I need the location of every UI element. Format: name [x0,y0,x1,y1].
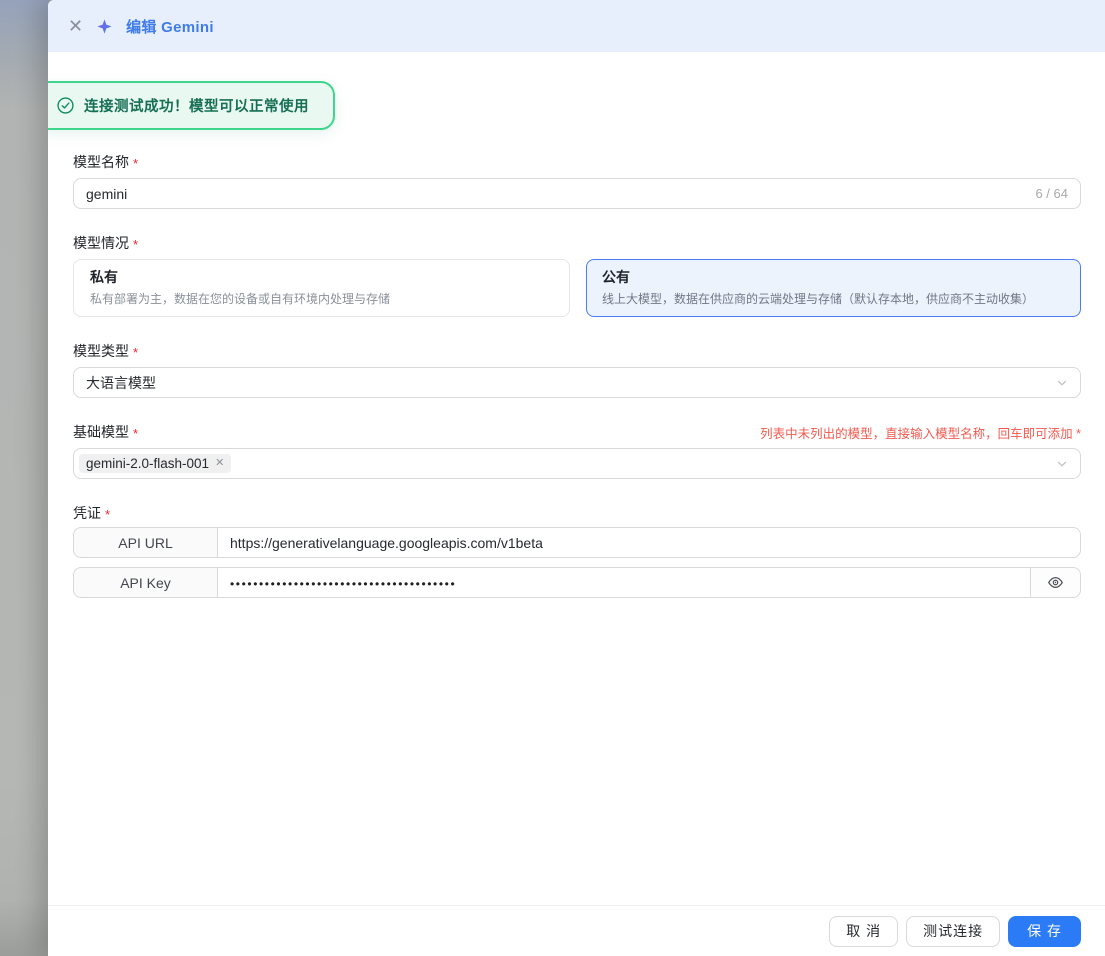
char-counter: 6 / 64 [1035,186,1068,201]
api-url-input[interactable]: https://generativelanguage.googleapis.co… [217,527,1081,558]
required-mark: * [133,155,139,171]
edit-model-drawer: ✕ 编辑 Gemini 连接测试成功！模型可以正常使用 模型名称 * gemin… [48,0,1105,956]
base-model-select[interactable]: gemini-2.0-flash-001 ✕ [73,448,1081,479]
cancel-button[interactable]: 取 消 [829,915,899,947]
chevron-down-icon [1056,377,1068,389]
password-toggle-button[interactable] [1030,567,1081,598]
credentials-label: 凭证 * [73,505,111,522]
sparkle-icon [96,18,113,35]
form-item-base-model: 基础模型 * 列表中未列出的模型，直接输入模型名称，回车即可添加 * gemini… [73,422,1081,479]
drawer-body: 连接测试成功！模型可以正常使用 模型名称* 6 / 64 模型情况* [48,52,1105,905]
required-mark: * [133,344,139,360]
drawer-footer: 取 消 测试连接 保 存 [48,905,1105,956]
scope-card-description: 私有部署为主，数据在您的设备或自有环境内处理与存储 [90,292,391,306]
base-model-tag: gemini-2.0-flash-001 ✕ [79,454,232,473]
model-scope-label: 模型情况 * [73,235,139,252]
form-item-credentials: 凭证 * API URL https://generativelanguage.g… [73,503,1081,598]
scope-card-private[interactable]: 私有 私有部署为主，数据在您的设备或自有环境内处理与存储 [73,259,570,317]
close-icon[interactable]: ✕ [68,17,83,35]
api-url-row: API URL https://generativelanguage.googl… [73,527,1081,558]
model-name-field: 6 / 64 [73,178,1081,209]
api-key-addon-label: API Key [73,567,217,598]
scope-card-title: 公有 [602,268,630,285]
required-mark: * [133,236,139,252]
drawer-header: ✕ 编辑 Gemini [48,0,1105,52]
scope-card-description: 线上大模型，数据在供应商的云端处理与存储（默认存本地，供应商不主动收集） [602,291,1035,306]
api-url-addon-label: API URL [73,527,217,558]
form-item-model-type: 模型类型 * 大语言模型 [73,341,1081,398]
model-type-select[interactable]: 大语言模型 [73,367,1081,398]
chevron-down-icon [1056,458,1068,470]
api-key-masked-value: ••••••••••••••••••••••••••••••••••••••• [230,576,457,591]
scope-card-title: 私有 [90,269,118,285]
toast-message: 连接测试成功！模型可以正常使用 [84,99,309,115]
eye-icon [1047,574,1064,591]
test-connection-button[interactable]: 测试连接 [906,915,1001,947]
success-toast: 连接测试成功！模型可以正常使用 [48,81,335,130]
model-type-value: 大语言模型 [86,374,156,391]
form-item-model-name: 模型名称* 6 / 64 [73,152,1081,209]
base-model-tag-label: gemini-2.0-flash-001 [86,456,210,471]
required-mark: * [133,425,139,441]
check-circle-icon [57,97,74,114]
base-model-label: 基础模型 * [73,424,139,441]
api-key-input[interactable]: ••••••••••••••••••••••••••••••••••••••• [217,567,1030,598]
save-button[interactable]: 保 存 [1008,915,1081,947]
base-model-hint: 列表中未列出的模型，直接输入模型名称，回车即可添加 * [760,427,1081,441]
remove-tag-icon[interactable]: ✕ [215,458,224,469]
drawer-title: 编辑 Gemini [126,18,214,36]
model-name-input[interactable] [86,185,1026,202]
model-name-label: 模型名称 * [73,154,139,171]
api-key-row: API Key ••••••••••••••••••••••••••••••••… [73,567,1081,598]
form-item-model-scope: 模型情况 * 私有 私有部署为主，数据在您的设备或自有环境内处理与存储 公有 线上… [73,233,1081,317]
required-mark: * [105,506,111,522]
model-type-label: 模型类型 * [73,343,139,360]
scope-card-public[interactable]: 公有 线上大模型，数据在供应商的云端处理与存储（默认存本地，供应商不主动收集） [585,259,1081,317]
